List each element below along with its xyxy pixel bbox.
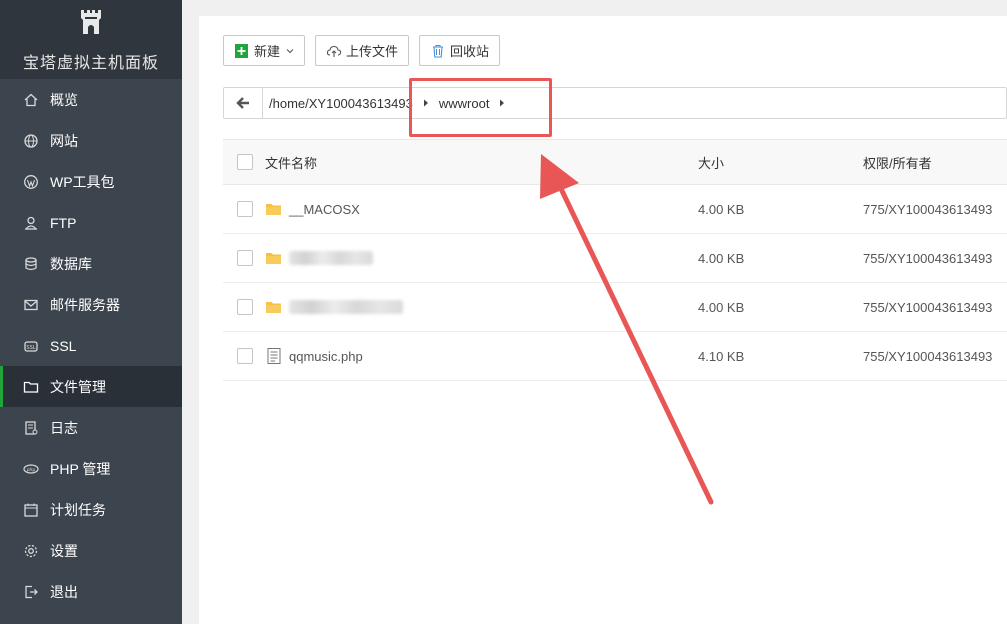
sidebar-item-wp-toolkit[interactable]: WP工具包	[0, 161, 182, 202]
chevron-down-icon	[286, 47, 294, 55]
new-button-label: 新建	[254, 44, 281, 59]
sidebar-item-label: 日志	[50, 419, 78, 436]
cloud-upload-icon	[326, 43, 342, 59]
log-icon	[22, 419, 40, 437]
table-row[interactable]: qqmusic.php 4.10 KB 755/XY100043613493	[223, 332, 1007, 381]
sidebar-item-file-manager[interactable]: 文件管理	[0, 366, 182, 407]
file-size: 4.00 KB	[698, 250, 745, 266]
arrow-left-icon	[236, 97, 249, 109]
sidebar-item-label: 数据库	[50, 255, 92, 272]
upload-button-label: 上传文件	[346, 44, 399, 59]
row-checkbox[interactable]	[237, 250, 253, 266]
sidebar-item-settings[interactable]: 设置	[0, 530, 182, 571]
header-permission[interactable]: 权限/所有者	[863, 153, 1007, 172]
brand-header: 宝塔虚拟主机面板	[0, 0, 182, 79]
table-row[interactable]: 4.00 KB 755/XY100043613493	[223, 283, 1007, 332]
file-size: 4.00 KB	[698, 201, 745, 217]
sidebar-item-mail-server[interactable]: 邮件服务器	[0, 284, 182, 325]
row-checkbox[interactable]	[237, 348, 253, 364]
file-permission[interactable]: 755/XY100043613493	[863, 349, 1007, 364]
breadcrumb-home[interactable]: /home/XY100043613493	[263, 96, 439, 111]
gear-icon	[22, 542, 40, 560]
sidebar-item-website[interactable]: 网站	[0, 120, 182, 161]
table-header: 文件名称 大小 权限/所有者	[223, 139, 1007, 185]
sidebar-item-ftp[interactable]: FTP	[0, 202, 182, 243]
file-table: 文件名称 大小 权限/所有者 __MACOSX 4.00 KB 775/XY10…	[223, 139, 1007, 381]
folder-icon	[265, 201, 283, 217]
sidebar-item-php[interactable]: php PHP 管理	[0, 448, 182, 489]
database-icon	[22, 255, 40, 273]
breadcrumb-home-label: /home/XY100043613493	[269, 95, 413, 111]
sidebar-item-cron[interactable]: 计划任务	[0, 489, 182, 530]
add-file-icon	[234, 43, 250, 59]
sidebar-item-label: 邮件服务器	[50, 296, 120, 313]
file-document-icon	[265, 348, 283, 364]
sidebar-item-label: 退出	[50, 583, 78, 600]
sidebar-item-label: 计划任务	[50, 501, 106, 518]
obscured-file-name[interactable]	[289, 251, 373, 265]
calendar-icon	[22, 501, 40, 519]
globe-icon	[22, 132, 40, 150]
folder-icon	[265, 250, 283, 266]
new-button[interactable]: 新建	[223, 35, 306, 66]
trash-icon	[430, 43, 446, 59]
sidebar-item-logs[interactable]: 日志	[0, 407, 182, 448]
folder-icon	[22, 378, 40, 396]
recycle-bin-button[interactable]: 回收站	[419, 35, 501, 66]
upload-button[interactable]: 上传文件	[315, 35, 410, 66]
file-name[interactable]: __MACOSX	[289, 202, 360, 217]
file-permission[interactable]: 775/XY100043613493	[863, 202, 1007, 217]
brand-name: 宝塔虚拟主机面板	[22, 55, 159, 72]
file-toolbar: 新建 上传文件 回收站	[223, 35, 501, 66]
mail-icon	[22, 296, 40, 314]
sidebar-item-label: 网站	[50, 132, 78, 149]
row-checkbox[interactable]	[237, 299, 253, 315]
sidebar-nav: 概览 网站 WP工具包 FTP 数据库 邮件服务器 SSL SSL 文件管理 日…	[0, 79, 182, 612]
sidebar-item-overview[interactable]: 概览	[0, 79, 182, 120]
header-file-name[interactable]: 文件名称	[265, 153, 698, 172]
file-name[interactable]: qqmusic.php	[289, 349, 363, 364]
caret-right-icon	[499, 99, 505, 107]
select-all-checkbox[interactable]	[237, 154, 253, 170]
table-row[interactable]: 4.00 KB 755/XY100043613493	[223, 234, 1007, 283]
folder-icon	[265, 299, 283, 315]
sidebar-item-logout[interactable]: 退出	[0, 571, 182, 612]
sidebar-item-label: SSL	[50, 337, 77, 354]
breadcrumb-current-label: wwwroot	[438, 95, 490, 111]
sidebar-item-database[interactable]: 数据库	[0, 243, 182, 284]
ftp-icon	[22, 214, 40, 232]
sidebar-item-label: FTP	[50, 214, 77, 231]
sidebar-item-label: 设置	[50, 542, 78, 559]
logout-icon	[22, 583, 40, 601]
file-permission[interactable]: 755/XY100043613493	[863, 300, 1007, 315]
recycle-bin-button-label: 回收站	[450, 44, 490, 59]
php-icon: php	[22, 460, 40, 478]
ssl-icon: SSL	[22, 337, 40, 355]
sidebar-item-label: WP工具包	[50, 173, 115, 190]
breadcrumb-current[interactable]: wwwroot	[439, 96, 516, 111]
row-checkbox[interactable]	[237, 201, 253, 217]
header-size[interactable]: 大小	[698, 153, 863, 172]
sidebar: 宝塔虚拟主机面板 概览 网站 WP工具包 FTP 数据库 邮件服务器 SSL S…	[0, 0, 182, 624]
file-size: 4.10 KB	[698, 348, 745, 364]
sidebar-item-label: 文件管理	[50, 378, 106, 395]
table-row[interactable]: __MACOSX 4.00 KB 775/XY100043613493	[223, 185, 1007, 234]
back-button[interactable]	[224, 88, 263, 118]
sidebar-item-label: 概览	[50, 91, 78, 108]
svg-text:php: php	[27, 466, 36, 472]
bt-castle-logo	[81, 10, 101, 34]
file-permission[interactable]: 755/XY100043613493	[863, 251, 1007, 266]
home-icon	[22, 91, 40, 109]
sidebar-item-label: PHP 管理	[50, 460, 111, 477]
obscured-file-name[interactable]	[289, 300, 403, 314]
file-manager-panel: 新建 上传文件 回收站 /home/XY100043613493 wwwroot…	[199, 16, 1007, 624]
file-size: 4.00 KB	[698, 299, 745, 315]
path-bar: /home/XY100043613493 wwwroot	[223, 87, 1007, 119]
wordpress-icon	[22, 173, 40, 191]
svg-text:SSL: SSL	[26, 345, 35, 351]
caret-right-icon	[423, 99, 429, 107]
sidebar-item-ssl[interactable]: SSL SSL	[0, 325, 182, 366]
